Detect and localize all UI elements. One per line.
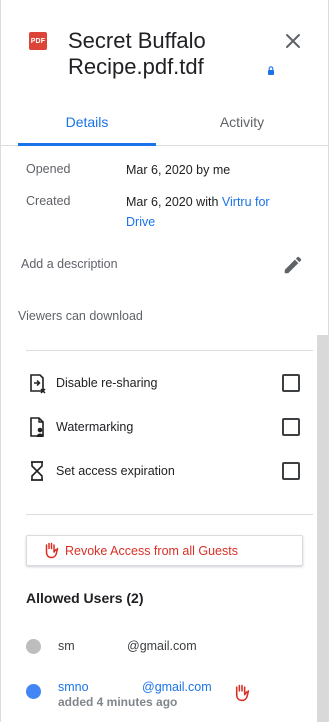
user-status-dot [26,639,41,654]
user-status-dot [26,684,41,699]
watermarking-label: Watermarking [56,420,134,434]
divider [26,514,313,515]
details-panel: PDF Secret Buffalo Recipe.pdf.tdf Detail… [0,0,329,722]
hand-stop-icon[interactable] [234,684,250,702]
file-title: Secret Buffalo Recipe.pdf.tdf [68,28,206,79]
scrollbar-thumb[interactable] [317,335,328,722]
allowed-users-heading: Allowed Users (2) [26,590,144,606]
user-email: @gmail.com [127,639,197,653]
divider [26,350,313,351]
created-label: Created [26,194,71,208]
revoke-all-label: Revoke Access from all Guests [65,543,238,558]
user-name: sm [58,639,75,653]
pdf-file-icon: PDF [29,32,47,50]
disable-resharing-checkbox[interactable] [282,374,300,392]
created-date-text: Mar 6, 2020 with [126,195,222,209]
opened-value: Mar 6, 2020 by me [126,163,231,177]
tab-activity[interactable]: Activity [173,98,311,146]
close-icon[interactable] [281,29,305,53]
tab-details[interactable]: Details [18,98,156,146]
opened-label: Opened [26,162,71,176]
watermarking-checkbox[interactable] [282,418,300,436]
active-tab-indicator [18,143,156,146]
access-expiration-label: Set access expiration [56,464,175,478]
lock-icon [268,66,274,75]
reshare-disabled-icon [30,374,46,394]
user-email: @gmail.com [142,680,212,694]
tab-bar: Details Activity [1,98,328,146]
viewers-can-download-text: Viewers can download [18,309,143,323]
access-expiration-checkbox[interactable] [282,462,300,480]
edit-pencil-icon[interactable] [282,254,304,276]
revoke-all-guests-button[interactable]: Revoke Access from all Guests [26,535,303,566]
user-added-time: added 4 minutes ago [58,695,178,709]
hand-stop-icon [45,542,59,559]
user-name: smno [58,680,89,694]
description-input[interactable]: Add a description [21,257,118,271]
hourglass-icon [31,461,43,481]
disable-resharing-label: Disable re-sharing [56,376,158,390]
created-value: Mar 6, 2020 with Virtru for Drive [126,192,296,232]
watermark-file-icon [30,417,44,437]
